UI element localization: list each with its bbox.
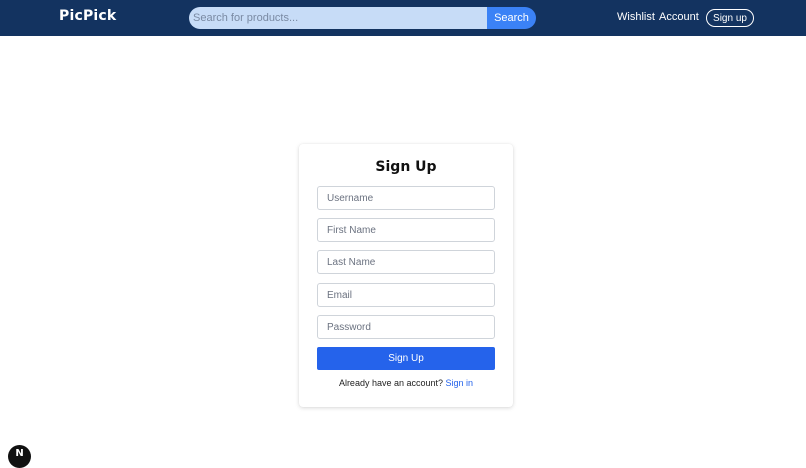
- password-field[interactable]: [317, 315, 495, 339]
- search-button[interactable]: Search: [487, 7, 536, 29]
- form-title: Sign Up: [375, 159, 437, 175]
- search-bar: Search: [189, 7, 536, 29]
- search-input[interactable]: [189, 7, 487, 29]
- last-name-field[interactable]: [317, 250, 495, 274]
- first-name-field[interactable]: [317, 218, 495, 242]
- signin-prompt-text: Already have an account?: [338, 378, 446, 388]
- username-field[interactable]: [317, 186, 495, 210]
- nav-signup-button[interactable]: Sign up: [706, 9, 754, 27]
- signin-link[interactable]: Sign in: [446, 378, 474, 388]
- nav-wishlist-link[interactable]: Wishlist: [617, 11, 655, 23]
- nextjs-logo-icon[interactable]: N: [8, 445, 31, 468]
- signup-submit-button[interactable]: Sign Up: [317, 347, 495, 370]
- signin-prompt: Already have an account? Sign in: [299, 378, 513, 388]
- email-field[interactable]: [317, 283, 495, 307]
- navbar: PicPick Search Wishlist Account Sign up: [0, 0, 806, 36]
- signup-card: Sign Up Sign Up Already have an account?…: [299, 144, 513, 407]
- nav-account-link[interactable]: Account: [659, 11, 699, 23]
- dev-badge-letter: N: [15, 448, 24, 459]
- brand-logo[interactable]: PicPick: [59, 8, 116, 24]
